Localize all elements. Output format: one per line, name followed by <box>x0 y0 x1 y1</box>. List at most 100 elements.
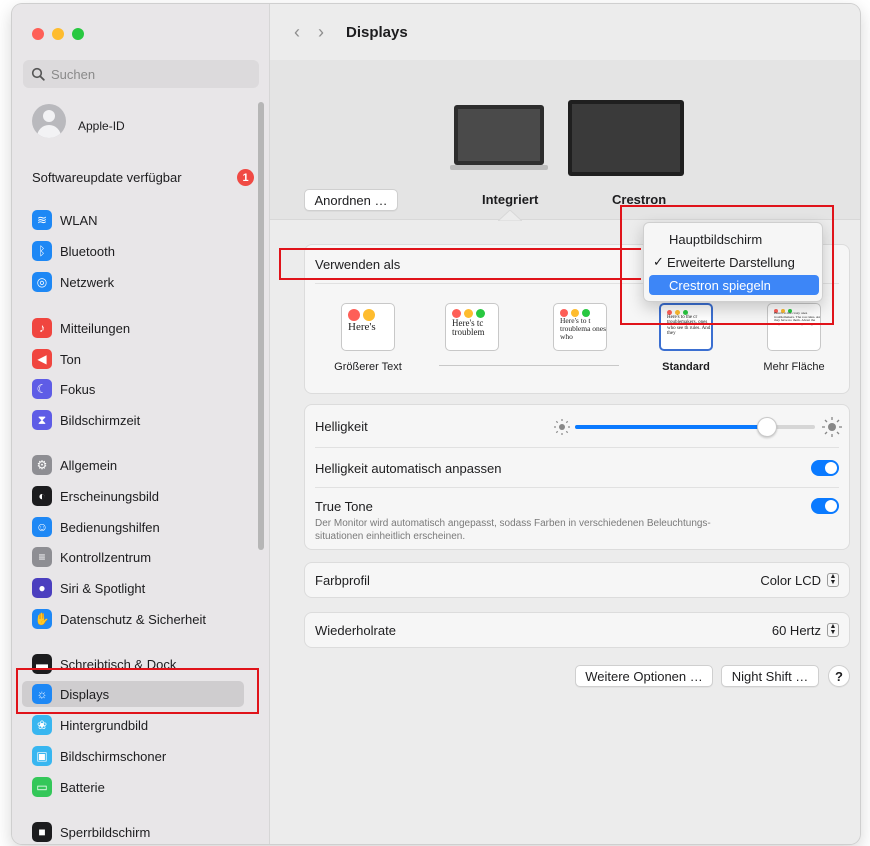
sidebar-item-wlan[interactable]: ≋ WLAN <box>22 207 244 233</box>
sidebar-item-batterie[interactable]: ▭ Batterie <box>22 774 244 800</box>
sidebar-item-label: Bluetooth <box>60 243 115 259</box>
sidebar-item-label: Allgemein <box>60 457 118 473</box>
refresh-rate-value: 60 Hertz <box>771 622 821 638</box>
true-tone-row: True Tone <box>315 495 839 517</box>
refresh-rate-select[interactable]: 60 Hertz ▲ ▼ <box>772 623 839 638</box>
night-shift-button[interactable]: Night Shift … <box>721 665 819 687</box>
sidebar: Suchen Apple-ID Softwareupdate verfügbar… <box>12 4 270 844</box>
forward-button[interactable]: › <box>318 22 324 43</box>
true-tone-description: Der Monitor wird automatisch angepasst, … <box>315 517 711 543</box>
sidebar-item-label: Mitteilungen <box>60 320 131 336</box>
resolution-sample-text: Here's to the cr troublemakers. ones who… <box>667 315 711 336</box>
screensaver-icon: ▣ <box>32 746 52 766</box>
display-arrangement-area: Anordnen … Integriert Crestron <box>270 60 860 221</box>
minimize-button[interactable] <box>52 28 64 40</box>
sidebar-item-netzwerk[interactable]: ◎ Netzwerk <box>22 269 244 295</box>
sidebar-item-hintergrundbild[interactable]: ❀ Hintergrundbild <box>22 712 244 738</box>
close-button[interactable] <box>32 28 44 40</box>
color-profile-value: Color LCD <box>760 572 821 588</box>
color-profile-label: Farbprofil <box>315 572 370 588</box>
appearance-icon: ◐ <box>32 486 52 506</box>
sidebar-item-mitteilungen[interactable]: ♪ Mitteilungen <box>22 315 244 341</box>
resolution-option[interactable]: Here's to t troublema ones who <box>553 303 607 351</box>
resolution-slider-track <box>439 365 619 366</box>
software-update-item[interactable]: Softwareupdate verfügbar 1 <box>32 169 254 186</box>
toolbar: ‹ › Displays <box>270 4 860 60</box>
sidebar-item-siri-spotlight[interactable]: ● Siri & Spotlight <box>22 575 244 601</box>
menu-item-mirror-crestron[interactable]: Crestron spiegeln <box>649 275 819 295</box>
resolution-option[interactable]: Here's to the crazy ones troublemakers. … <box>767 303 821 351</box>
update-badge: 1 <box>237 169 254 186</box>
wallpaper-icon: ❀ <box>32 715 52 735</box>
sidebar-item-displays[interactable]: ☼ Displays <box>22 681 244 707</box>
integrated-display-icon[interactable] <box>450 104 548 172</box>
apple-id-item[interactable]: Apple-ID <box>32 104 125 138</box>
sidebar-scrollbar[interactable] <box>258 102 264 550</box>
color-profile-card: Farbprofil Color LCD ▲ ▼ <box>304 562 850 598</box>
software-update-label: Softwareupdate verfügbar <box>32 170 182 185</box>
color-profile-select[interactable]: Color LCD ▲ ▼ <box>760 573 839 588</box>
brightness-slider-knob[interactable] <box>757 417 777 437</box>
auto-brightness-row: Helligkeit automatisch anpassen <box>315 457 839 479</box>
chevron-updown-icon: ▲ ▼ <box>827 573 839 587</box>
color-profile-row[interactable]: Farbprofil Color LCD ▲ ▼ <box>315 569 839 591</box>
page-title: Displays <box>346 23 408 41</box>
sidebar-item-label: Bildschirmzeit <box>60 412 141 428</box>
sidebar-item-ton[interactable]: ◀ Ton <box>22 346 244 372</box>
window-dots-icon <box>452 309 485 318</box>
sidebar-item-label: Schreibtisch & Dock <box>60 656 177 672</box>
monitor-label-crestron[interactable]: Crestron <box>612 192 666 207</box>
search-field[interactable]: Suchen <box>23 60 259 88</box>
back-button[interactable]: ‹ <box>294 22 300 43</box>
chevron-updown-icon: ▲ ▼ <box>827 623 839 637</box>
bluetooth-icon: ᛒ <box>32 241 52 261</box>
brightness-card: Helligkeit Helligkeit automatisch anpass… <box>304 404 850 550</box>
menu-item-extended-display[interactable]: ✓ Erweiterte Darstellung <box>649 252 819 272</box>
use-as-dropdown-menu: Hauptbildschirm ✓ Erweiterte Darstellung… <box>643 222 823 302</box>
apple-id-label: Apple-ID <box>78 119 125 133</box>
auto-brightness-label: Helligkeit automatisch anpassen <box>315 460 502 476</box>
lock-icon: ■ <box>32 822 52 842</box>
bell-icon: ♪ <box>32 318 52 338</box>
sidebar-item-label: Hintergrundbild <box>60 717 149 733</box>
resolution-option[interactable]: Here's <box>341 303 395 351</box>
accessibility-icon: ☺ <box>32 517 52 537</box>
sidebar-item-label: Displays <box>60 686 110 702</box>
sidebar-item-kontrollzentrum[interactable]: ≡ Kontrollzentrum <box>22 544 244 570</box>
sidebar-item-bildschirmzeit[interactable]: ⧗ Bildschirmzeit <box>22 407 244 433</box>
sidebar-item-datenschutz-sicherheit[interactable]: ✋ Datenschutz & Sicherheit <box>22 606 244 632</box>
speaker-icon: ◀ <box>32 349 52 369</box>
sidebar-item-bluetooth[interactable]: ᛒ Bluetooth <box>22 238 244 264</box>
crestron-display-icon[interactable] <box>566 98 686 178</box>
help-button[interactable]: ? <box>828 665 850 687</box>
sidebar-item-bedienungshilfen[interactable]: ☺ Bedienungshilfen <box>22 514 244 540</box>
selection-pointer-icon <box>498 210 522 221</box>
sidebar-item-schreibtisch-dock[interactable]: ▬ Schreibtisch & Dock <box>22 651 244 677</box>
arrange-button[interactable]: Anordnen … <box>304 189 398 211</box>
true-tone-label: True Tone <box>315 498 373 514</box>
sidebar-item-fokus[interactable]: ☾ Fokus <box>22 376 244 402</box>
sidebar-item-erscheinungsbild[interactable]: ◐ Erscheinungsbild <box>22 483 244 509</box>
true-tone-toggle[interactable] <box>811 498 839 514</box>
sidebar-item-label: Bildschirmschoner <box>60 748 167 764</box>
menu-item-main-display[interactable]: Hauptbildschirm <box>649 229 819 249</box>
settings-window: Suchen Apple-ID Softwareupdate verfügbar… <box>12 4 860 844</box>
resolution-option[interactable]: Here's tc troublem <box>445 303 499 351</box>
refresh-rate-row[interactable]: Wiederholrate 60 Hertz ▲ ▼ <box>315 619 839 641</box>
sidebar-item-bildschirmschoner[interactable]: ▣ Bildschirmschoner <box>22 743 244 769</box>
avatar <box>32 104 66 138</box>
sidebar-item-allgemein[interactable]: ⚙ Allgemein <box>22 452 244 478</box>
search-placeholder: Suchen <box>51 66 96 82</box>
resolution-sample-text: Here's <box>348 321 376 333</box>
auto-brightness-toggle[interactable] <box>811 460 839 476</box>
monitor-label-integrated[interactable]: Integriert <box>482 192 538 207</box>
battery-icon: ▭ <box>32 777 52 797</box>
true-tone-desc-line2: situationen einheitlich erscheinen. <box>315 531 466 542</box>
hourglass-icon: ⧗ <box>32 410 52 430</box>
sidebar-item-label: Fokus <box>60 381 96 397</box>
more-options-button[interactable]: Weitere Optionen … <box>575 665 713 687</box>
zoom-button[interactable] <box>72 28 84 40</box>
sidebar-item-sperrbildschirm[interactable]: ■ Sperrbildschirm <box>22 819 244 844</box>
sidebar-item-label: Ton <box>60 351 81 367</box>
resolution-option[interactable]: Here's to the cr troublemakers. ones who… <box>659 303 713 351</box>
